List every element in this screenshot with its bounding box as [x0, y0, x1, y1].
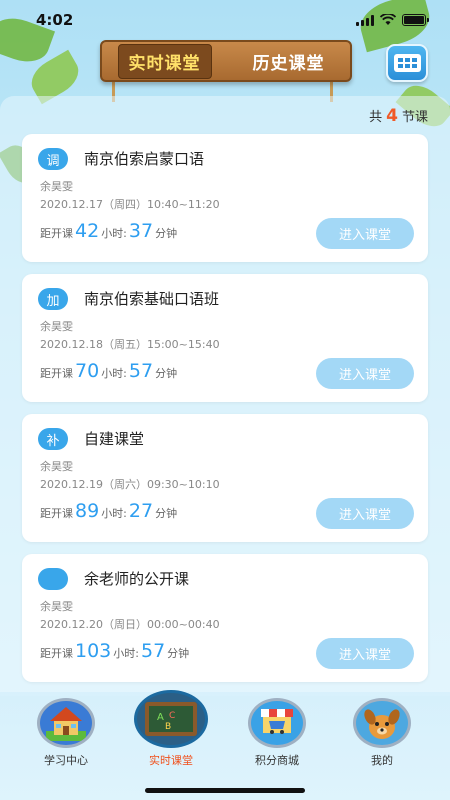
minute-unit: 分钟: [155, 507, 178, 520]
tab-live-classroom[interactable]: ACB 实时课堂: [134, 690, 208, 768]
tab-mine[interactable]: 我的: [353, 698, 411, 768]
minute-unit: 分钟: [167, 647, 190, 660]
course-teacher: 余昊雯: [40, 460, 73, 473]
countdown-hours: 70: [75, 360, 100, 382]
school-house-icon: [37, 698, 95, 748]
course-title: 余老师的公开课: [84, 570, 190, 588]
course-time: 2020.12.17（周四）10:40~11:20: [40, 198, 220, 211]
enter-class-button[interactable]: 进入课堂: [316, 358, 414, 389]
countdown-label: 距开课: [40, 647, 73, 660]
minute-unit: 分钟: [155, 367, 178, 380]
course-type-tabs: 实时课堂 历史课堂: [100, 40, 352, 82]
course-count-number: 4: [386, 106, 398, 126]
tab-label: 实时课堂: [149, 754, 193, 767]
enter-class-button[interactable]: 进入课堂: [316, 218, 414, 249]
course-card[interactable]: 余老师的公开课 余昊雯 2020.12.20（周日）00:00~00:40 距开…: [22, 554, 428, 682]
tab-study-center[interactable]: 学习中心: [37, 698, 95, 768]
course-countdown: 距开课 103 小时: 57 分钟: [40, 640, 189, 662]
minute-unit: 分钟: [155, 227, 178, 240]
countdown-label: 距开课: [40, 227, 73, 240]
dog-avatar-icon: [353, 698, 411, 748]
countdown-hours: 103: [75, 640, 112, 662]
countdown-hours: 89: [75, 500, 100, 522]
countdown-label: 距开课: [40, 507, 73, 520]
enter-class-button[interactable]: 进入课堂: [316, 638, 414, 669]
blackboard-icon: ACB: [134, 690, 208, 748]
status-bar: 4:02: [0, 0, 450, 40]
course-time: 2020.12.18（周五）15:00~15:40: [40, 338, 220, 351]
hour-unit: 小时:: [101, 507, 127, 520]
tab-live-class[interactable]: 实时课堂: [117, 43, 212, 79]
countdown-minutes: 27: [128, 500, 154, 522]
countdown-label: 距开课: [40, 367, 73, 380]
status-time: 4:02: [36, 11, 74, 29]
tab-points-mall[interactable]: 积分商城: [248, 698, 306, 768]
shop-cart-icon: [248, 698, 306, 748]
course-count: 共 4 节课: [369, 106, 428, 126]
course-countdown: 距开课 42 小时: 37 分钟: [40, 220, 177, 242]
countdown-minutes: 57: [140, 640, 166, 662]
countdown-hours: 42: [75, 220, 100, 242]
course-countdown: 距开课 70 小时: 57 分钟: [40, 360, 177, 382]
course-teacher: 余昊雯: [40, 180, 73, 193]
tab-label: 学习中心: [44, 754, 88, 767]
course-title: 自建课堂: [84, 430, 145, 448]
course-title: 南京伯索基础口语班: [84, 290, 220, 308]
signal-icon: [356, 14, 374, 26]
tab-label: 我的: [371, 754, 393, 767]
home-indicator[interactable]: [145, 788, 305, 793]
tab-history-class[interactable]: 历史课堂: [243, 45, 335, 78]
hour-unit: 小时:: [101, 227, 127, 240]
enter-class-button[interactable]: 进入课堂: [316, 498, 414, 529]
battery-icon: [402, 14, 429, 26]
course-badge: 补: [38, 428, 68, 450]
course-count-suffix: 节课: [401, 110, 428, 125]
course-countdown: 距开课 89 小时: 27 分钟: [40, 500, 177, 522]
course-card[interactable]: 加 南京伯索基础口语班 余昊雯 2020.12.18（周五）15:00~15:4…: [22, 274, 428, 402]
countdown-minutes: 57: [128, 360, 154, 382]
countdown-minutes: 37: [128, 220, 154, 242]
calendar-button[interactable]: [386, 44, 428, 82]
course-time: 2020.12.20（周日）00:00~00:40: [40, 618, 220, 631]
course-title: 南京伯索启蒙口语: [84, 150, 205, 168]
course-badge: 调: [38, 148, 68, 170]
course-badge: 加: [38, 288, 68, 310]
bottom-tab-bar: 学习中心 ACB 实时课堂 积分商城 我的: [0, 690, 450, 800]
svg-text:A: A: [157, 712, 164, 723]
tab-label: 积分商城: [255, 754, 299, 767]
course-badge: [38, 568, 68, 590]
course-time: 2020.12.19（周六）09:30~10:10: [40, 478, 220, 491]
svg-text:B: B: [165, 722, 171, 732]
svg-text:C: C: [169, 711, 175, 721]
course-teacher: 余昊雯: [40, 600, 73, 613]
course-count-prefix: 共: [369, 110, 383, 125]
course-teacher: 余昊雯: [40, 320, 73, 333]
hour-unit: 小时:: [113, 647, 139, 660]
wifi-icon: [380, 14, 396, 25]
course-card[interactable]: 调 南京伯索启蒙口语 余昊雯 2020.12.17（周四）10:40~11:20…: [22, 134, 428, 262]
hour-unit: 小时:: [101, 367, 127, 380]
status-icons: [356, 14, 429, 26]
course-card[interactable]: 补 自建课堂 余昊雯 2020.12.19（周六）09:30~10:10 距开课…: [22, 414, 428, 542]
calendar-icon: [393, 54, 421, 72]
